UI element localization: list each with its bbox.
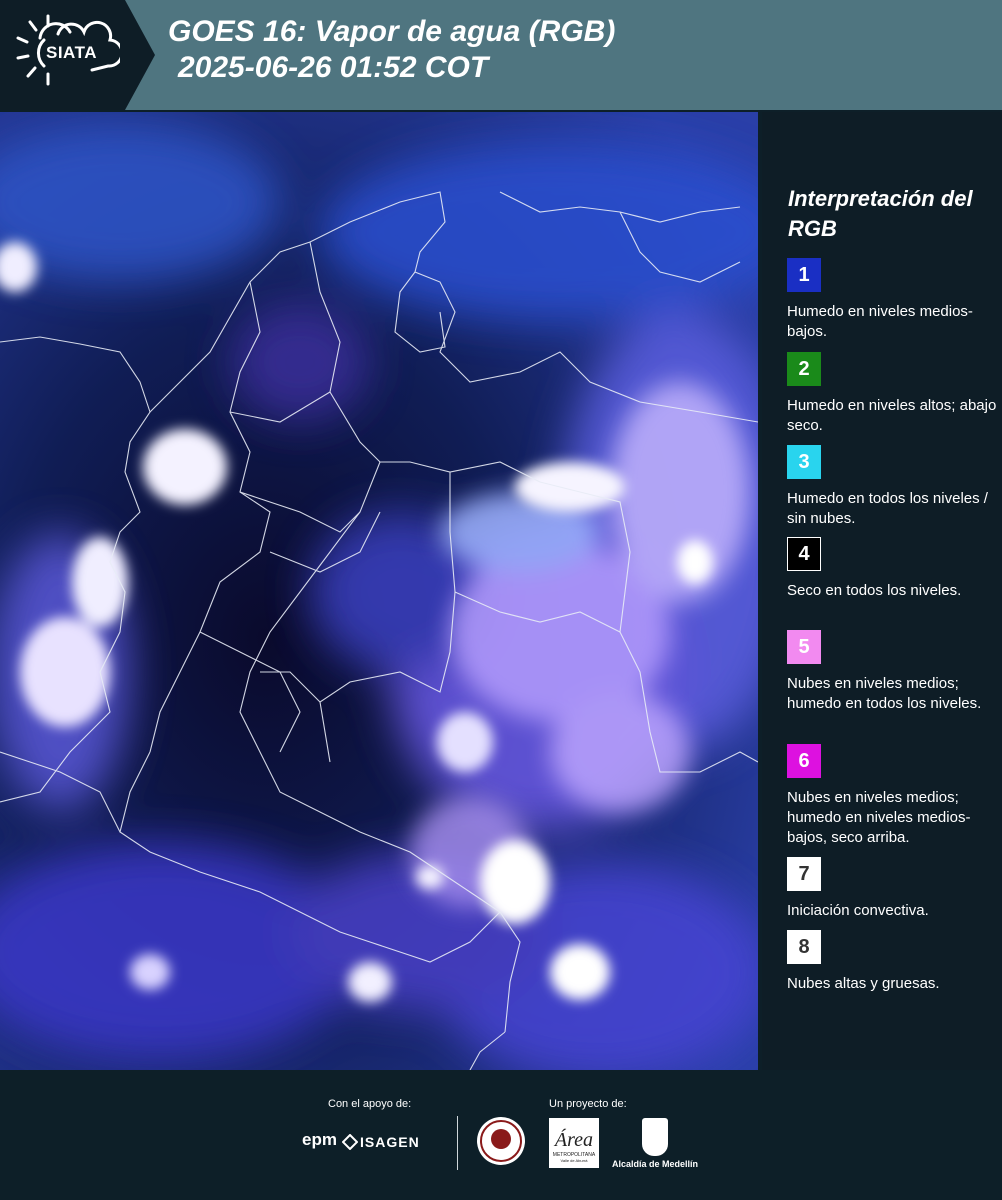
svg-text:Área: Área bbox=[553, 1128, 593, 1151]
legend-swatch-3: 3 bbox=[787, 445, 821, 479]
legend-desc-1: Humedo en niveles medios-bajos. bbox=[787, 303, 973, 340]
legend-desc-5: Nubes en niveles medios; humedo en todos… bbox=[787, 675, 982, 712]
satellite-map[interactable] bbox=[0, 112, 758, 1070]
legend-swatch-2: 2 bbox=[787, 352, 821, 386]
antioquia-seal-icon[interactable] bbox=[477, 1117, 525, 1165]
legend-swatch-4: 4 bbox=[787, 537, 821, 571]
legend-desc-6: Nubes en niveles medios; humedo en nivel… bbox=[787, 789, 971, 846]
legend-item-4: 4 Seco en todos los niveles. bbox=[787, 537, 997, 601]
isagen-logo[interactable]: ISAGEN bbox=[360, 1134, 420, 1150]
legend-desc-7: Iniciación convectiva. bbox=[787, 902, 929, 919]
area-metropolitana-logo[interactable]: Área METROPOLITANA Valle de Aburrá bbox=[549, 1118, 599, 1168]
epm-logo[interactable]: epm bbox=[302, 1130, 337, 1150]
legend-item-2: 2 Humedo en niveles altos; abajo seco. bbox=[787, 352, 997, 436]
title-line-2: 2025-06-26 01:52 COT bbox=[178, 51, 489, 84]
legend-item-5: 5 Nubes en niveles medios; humedo en tod… bbox=[787, 630, 997, 714]
legend-swatch-5: 5 bbox=[787, 630, 821, 664]
alcaldia-medellin-logo[interactable]: Alcaldía de Medellín bbox=[612, 1159, 698, 1169]
legend-swatch-6: 6 bbox=[787, 744, 821, 778]
siata-logo[interactable]: SIATA bbox=[0, 0, 155, 110]
legend-desc-2: Humedo en niveles altos; abajo seco. bbox=[787, 397, 997, 434]
legend-item-6: 6 Nubes en niveles medios; humedo en niv… bbox=[787, 744, 997, 848]
support-label: Con el apoyo de: bbox=[328, 1098, 412, 1110]
legend-swatch-8: 8 bbox=[787, 930, 821, 964]
legend-swatch-1: 1 bbox=[787, 258, 821, 292]
seal-emblem-icon bbox=[480, 1120, 522, 1162]
medellin-shield-icon bbox=[642, 1118, 668, 1156]
footer: Con el apoyo de: Un proyecto de: epm ISA… bbox=[0, 1070, 1002, 1200]
legend-swatch-7: 7 bbox=[787, 857, 821, 891]
legend-item-7: 7 Iniciación convectiva. bbox=[787, 857, 997, 921]
legend-panel: Interpretación del RGB 1 Humedo en nivel… bbox=[762, 112, 1002, 1070]
header-bar: SIATA GOES 16: Vapor de agua (RGB) 2025-… bbox=[0, 0, 1002, 110]
logo-text: SIATA bbox=[46, 43, 97, 62]
legend-item-1: 1 Humedo en niveles medios-bajos. bbox=[787, 258, 997, 342]
legend-title: Interpretación del RGB bbox=[788, 186, 973, 241]
isagen-mark-icon bbox=[342, 1134, 358, 1150]
area-line-2: Valle de Aburrá bbox=[560, 1158, 588, 1163]
page-title: GOES 16: Vapor de agua (RGB) 2025-06-26 … bbox=[168, 14, 615, 86]
area-emblem-icon: Área METROPOLITANA Valle de Aburrá bbox=[553, 1128, 596, 1163]
project-label: Un proyecto de: bbox=[549, 1098, 627, 1110]
footer-divider bbox=[457, 1116, 458, 1170]
legend-desc-3: Humedo en todos los niveles / sin nubes. bbox=[787, 490, 988, 527]
title-line-1: GOES 16: Vapor de agua (RGB) bbox=[168, 15, 616, 48]
legend-item-8: 8 Nubes altas y gruesas. bbox=[787, 930, 997, 994]
legend-desc-8: Nubes altas y gruesas. bbox=[787, 975, 940, 992]
legend-desc-4: Seco en todos los niveles. bbox=[787, 582, 962, 599]
legend-item-3: 3 Humedo en todos los niveles / sin nube… bbox=[787, 445, 997, 529]
satellite-imagery bbox=[0, 112, 758, 1070]
